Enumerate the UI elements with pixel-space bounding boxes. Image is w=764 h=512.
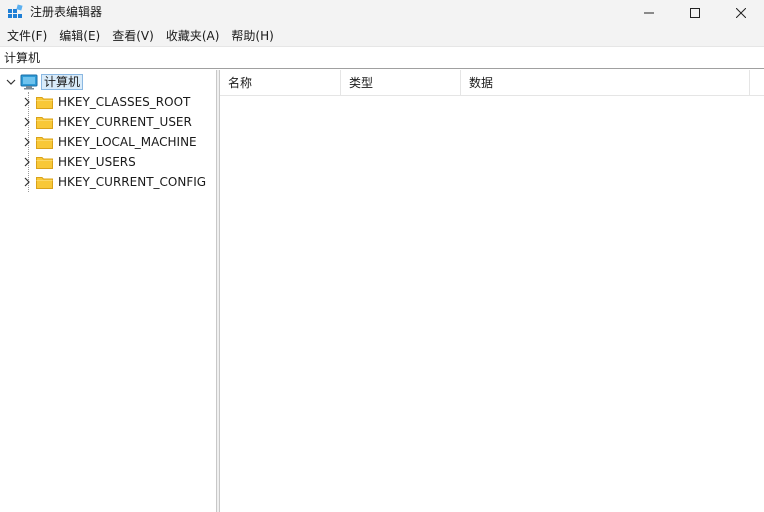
- tree-item-label[interactable]: HKEY_USERS: [58, 154, 136, 170]
- chevron-right-icon[interactable]: [22, 97, 32, 107]
- menu-help[interactable]: 帮助(H): [227, 26, 277, 46]
- column-header-data[interactable]: 数据: [461, 70, 750, 96]
- folder-icon: [36, 96, 53, 109]
- tree-item-hkey-classes-root[interactable]: HKEY_CLASSES_ROOT: [22, 92, 190, 112]
- folder-icon: [36, 116, 53, 129]
- address-path[interactable]: 计算机: [4, 51, 40, 65]
- menu-view[interactable]: 查看(V): [108, 26, 158, 46]
- tree-pane[interactable]: 计算机 HKEY_CLASSES_ROOT HKEY_CURRENT_USER …: [0, 70, 216, 512]
- tree-root-label[interactable]: 计算机: [41, 74, 84, 90]
- minimize-icon: [644, 12, 654, 14]
- tree-item-hkey-local-machine[interactable]: HKEY_LOCAL_MACHINE: [22, 132, 197, 152]
- chevron-down-icon[interactable]: [6, 77, 16, 87]
- column-header-type[interactable]: 类型: [341, 70, 461, 96]
- tree-item-label[interactable]: HKEY_CURRENT_USER: [58, 114, 192, 130]
- tree-item-hkey-current-user[interactable]: HKEY_CURRENT_USER: [22, 112, 192, 132]
- tree-root-computer[interactable]: 计算机: [6, 72, 84, 92]
- tree-item-hkey-users[interactable]: HKEY_USERS: [22, 152, 136, 172]
- menu-favorites[interactable]: 收藏夹(A): [162, 26, 224, 46]
- values-list-pane[interactable]: 名称 类型 数据: [220, 70, 764, 512]
- maximize-icon: [690, 8, 700, 18]
- tree-item-hkey-current-config[interactable]: HKEY_CURRENT_CONFIG: [22, 172, 206, 192]
- chevron-right-icon[interactable]: [22, 177, 32, 187]
- menu-file[interactable]: 文件(F): [3, 26, 51, 46]
- folder-icon: [36, 156, 53, 169]
- registry-editor-icon: [8, 4, 23, 18]
- folder-icon: [36, 136, 53, 149]
- folder-icon: [36, 176, 53, 189]
- close-icon: [736, 8, 746, 18]
- computer-icon: [20, 74, 38, 90]
- menu-bar: 文件(F) 编辑(E) 查看(V) 收藏夹(A) 帮助(H): [0, 26, 764, 46]
- address-bar[interactable]: 计算机: [0, 46, 764, 69]
- minimize-button[interactable]: [626, 0, 672, 26]
- menu-edit[interactable]: 编辑(E): [55, 26, 104, 46]
- tree-item-label[interactable]: HKEY_LOCAL_MACHINE: [58, 134, 197, 150]
- maximize-button[interactable]: [672, 0, 718, 26]
- window-title: 注册表编辑器: [30, 5, 103, 19]
- column-header-name[interactable]: 名称: [220, 70, 341, 96]
- close-button[interactable]: [718, 0, 764, 26]
- chevron-right-icon[interactable]: [22, 117, 32, 127]
- title-bar[interactable]: 注册表编辑器: [0, 0, 764, 26]
- chevron-right-icon[interactable]: [22, 157, 32, 167]
- tree-item-label[interactable]: HKEY_CLASSES_ROOT: [58, 94, 190, 110]
- chevron-right-icon[interactable]: [22, 137, 32, 147]
- column-header-row: 名称 类型 数据: [220, 70, 764, 96]
- tree-item-label[interactable]: HKEY_CURRENT_CONFIG: [58, 174, 206, 190]
